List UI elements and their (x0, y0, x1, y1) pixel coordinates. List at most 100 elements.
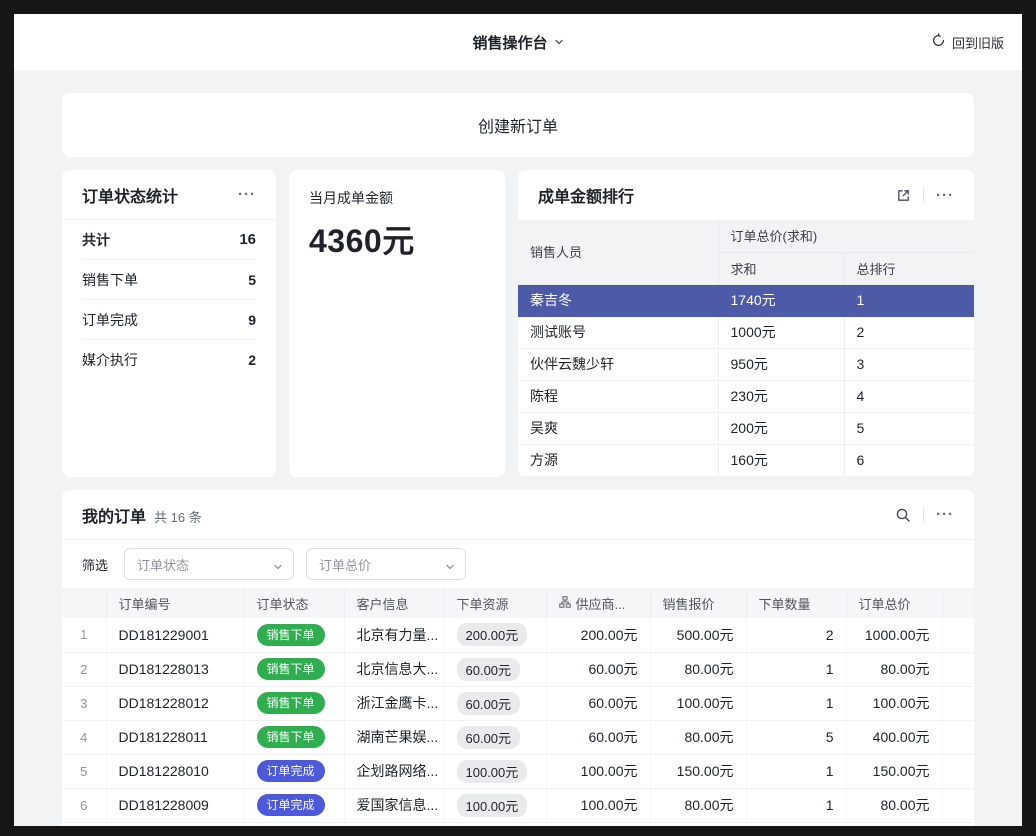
more-icon[interactable]: ··· (936, 507, 954, 522)
order-row[interactable]: 5 DD181228010 订单完成 企划路网络... 100.00元 100.… (62, 754, 974, 788)
more-icon[interactable]: ··· (238, 187, 256, 202)
rank-row[interactable]: 陈程 230元 4 (518, 380, 974, 412)
back-to-old-version-label: 回到旧版 (952, 33, 1004, 52)
customer: 浙江金鹰卡... (344, 686, 444, 720)
col-qty[interactable]: 下单数量 (746, 588, 846, 618)
search-icon[interactable] (895, 507, 911, 523)
supplier: 60.00元 (546, 652, 650, 686)
qty: 1 (746, 686, 846, 720)
rank-name: 测试账号 (518, 316, 718, 348)
rank-row[interactable]: 方源 160元 6 (518, 444, 974, 476)
status-badge: 销售下单 (257, 692, 325, 714)
orders-table: 订单编号 订单状态 客户信息 下单资源 供应商... (62, 588, 974, 823)
rank-col-group: 订单总价(求和) (718, 220, 974, 252)
rank-row[interactable]: 测试账号 1000元 2 (518, 316, 974, 348)
rank-row[interactable]: 秦吉冬 1740元 1 (518, 284, 974, 316)
order-row[interactable]: 1 DD181229001 销售下单 北京有力量... 200.00元 200.… (62, 618, 974, 652)
resource-cell: 60.00元 (444, 652, 546, 686)
filler-cell (942, 720, 974, 754)
order-row[interactable]: 3 DD181228012 销售下单 浙江金鹰卡... 60.00元 60.00… (62, 686, 974, 720)
resource-cell: 200.00元 (444, 618, 546, 652)
col-row-number (62, 588, 106, 618)
rank-position: 2 (844, 316, 974, 348)
supplier: 60.00元 (546, 686, 650, 720)
create-order-button[interactable]: 创建新订单 (62, 93, 974, 157)
quote: 500.00元 (650, 618, 746, 652)
col-resource[interactable]: 下单资源 (444, 588, 546, 618)
rank-position: 5 (844, 412, 974, 444)
row-number: 6 (62, 788, 106, 822)
col-supplier[interactable]: 供应商... (546, 588, 650, 618)
rank-sum: 1000元 (718, 316, 844, 348)
resource-pill: 60.00元 (457, 692, 521, 715)
rank-row[interactable]: 伙伴云魏少轩 950元 3 (518, 348, 974, 380)
relation-icon (559, 596, 571, 611)
col-customer[interactable]: 客户信息 (344, 588, 444, 618)
stats-row: 订单状态统计 ··· 共计 16 销售下单 5 订单完成 9 (62, 170, 974, 477)
row-number: 2 (62, 652, 106, 686)
rank-name: 方源 (518, 444, 718, 476)
customer: 湖南芒果娱... (344, 720, 444, 754)
filler-cell (942, 652, 974, 686)
resource-cell: 60.00元 (444, 686, 546, 720)
rank-sum: 1740元 (718, 284, 844, 316)
row-number: 3 (62, 686, 106, 720)
rank-position: 4 (844, 380, 974, 412)
order-status-cell: 销售下单 (244, 652, 344, 686)
col-quote[interactable]: 销售报价 (650, 588, 746, 618)
order-total-filter-placeholder: 订单总价 (319, 555, 371, 574)
status-row[interactable]: 媒介执行 2 (82, 340, 256, 380)
rank-name: 秦吉冬 (518, 284, 718, 316)
status-row-total[interactable]: 共计 16 (82, 220, 256, 260)
status-row[interactable]: 销售下单 5 (82, 260, 256, 300)
back-to-old-version-link[interactable]: 回到旧版 (931, 14, 1004, 70)
resource-cell: 100.00元 (444, 754, 546, 788)
resource-pill: 60.00元 (457, 658, 521, 681)
my-orders-card: 我的订单 共 16 条 ··· 筛选 订单状态 (62, 490, 974, 826)
status-card-title: 订单状态统计 (82, 183, 178, 207)
workspace-switcher[interactable]: 销售操作台 (472, 32, 563, 53)
rank-name: 伙伴云魏少轩 (518, 348, 718, 380)
orders-card-title: 我的订单 (82, 503, 146, 527)
chevron-down-icon (554, 34, 564, 51)
rank-col-sum: 求和 (718, 252, 844, 284)
order-no: DD181228012 (106, 686, 244, 720)
status-badge: 销售下单 (257, 624, 325, 646)
qty: 1 (746, 754, 846, 788)
rank-col-person: 销售人员 (518, 220, 718, 284)
resource-pill: 100.00元 (457, 760, 528, 783)
divider (923, 188, 924, 202)
col-order-no[interactable]: 订单编号 (106, 588, 244, 618)
qty: 1 (746, 788, 846, 822)
order-row[interactable]: 2 DD181228013 销售下单 北京信息大... 60.00元 60.00… (62, 652, 974, 686)
col-order-status[interactable]: 订单状态 (244, 588, 344, 618)
status-value: 9 (248, 312, 256, 328)
ranking-card-title: 成单金额排行 (538, 183, 634, 207)
status-badge: 销售下单 (257, 726, 325, 748)
amount-ranking-card: 成单金额排行 ··· 销售人员 订单总价(求和) (518, 170, 974, 477)
total: 400.00元 (846, 720, 942, 754)
chevron-down-icon (445, 560, 455, 575)
status-badge: 订单完成 (257, 794, 325, 816)
col-total[interactable]: 订单总价 (846, 588, 942, 618)
rank-name: 陈程 (518, 380, 718, 412)
status-badge: 销售下单 (257, 658, 325, 680)
more-icon[interactable]: ··· (936, 188, 954, 203)
customer: 北京有力量... (344, 618, 444, 652)
total: 150.00元 (846, 754, 942, 788)
status-row[interactable]: 订单完成 9 (82, 300, 256, 340)
status-value: 5 (248, 272, 256, 288)
rank-row[interactable]: 吴爽 200元 5 (518, 412, 974, 444)
order-status-cell: 销售下单 (244, 720, 344, 754)
open-external-icon[interactable] (896, 188, 911, 203)
row-number: 4 (62, 720, 106, 754)
dashboard-content: 创建新订单 订单状态统计 ··· 共计 16 销售下单 5 (14, 70, 1022, 826)
order-row[interactable]: 4 DD181228011 销售下单 湖南芒果娱... 60.00元 60.00… (62, 720, 974, 754)
page-title: 销售操作台 (472, 32, 547, 53)
filler-cell (942, 686, 974, 720)
order-no: DD181228013 (106, 652, 244, 686)
order-status-filter[interactable]: 订单状态 (124, 548, 294, 580)
order-row[interactable]: 6 DD181228009 订单完成 爱国家信息... 100.00元 100.… (62, 788, 974, 822)
order-total-filter[interactable]: 订单总价 (306, 548, 466, 580)
order-status-stats-card: 订单状态统计 ··· 共计 16 销售下单 5 订单完成 9 (62, 170, 276, 477)
